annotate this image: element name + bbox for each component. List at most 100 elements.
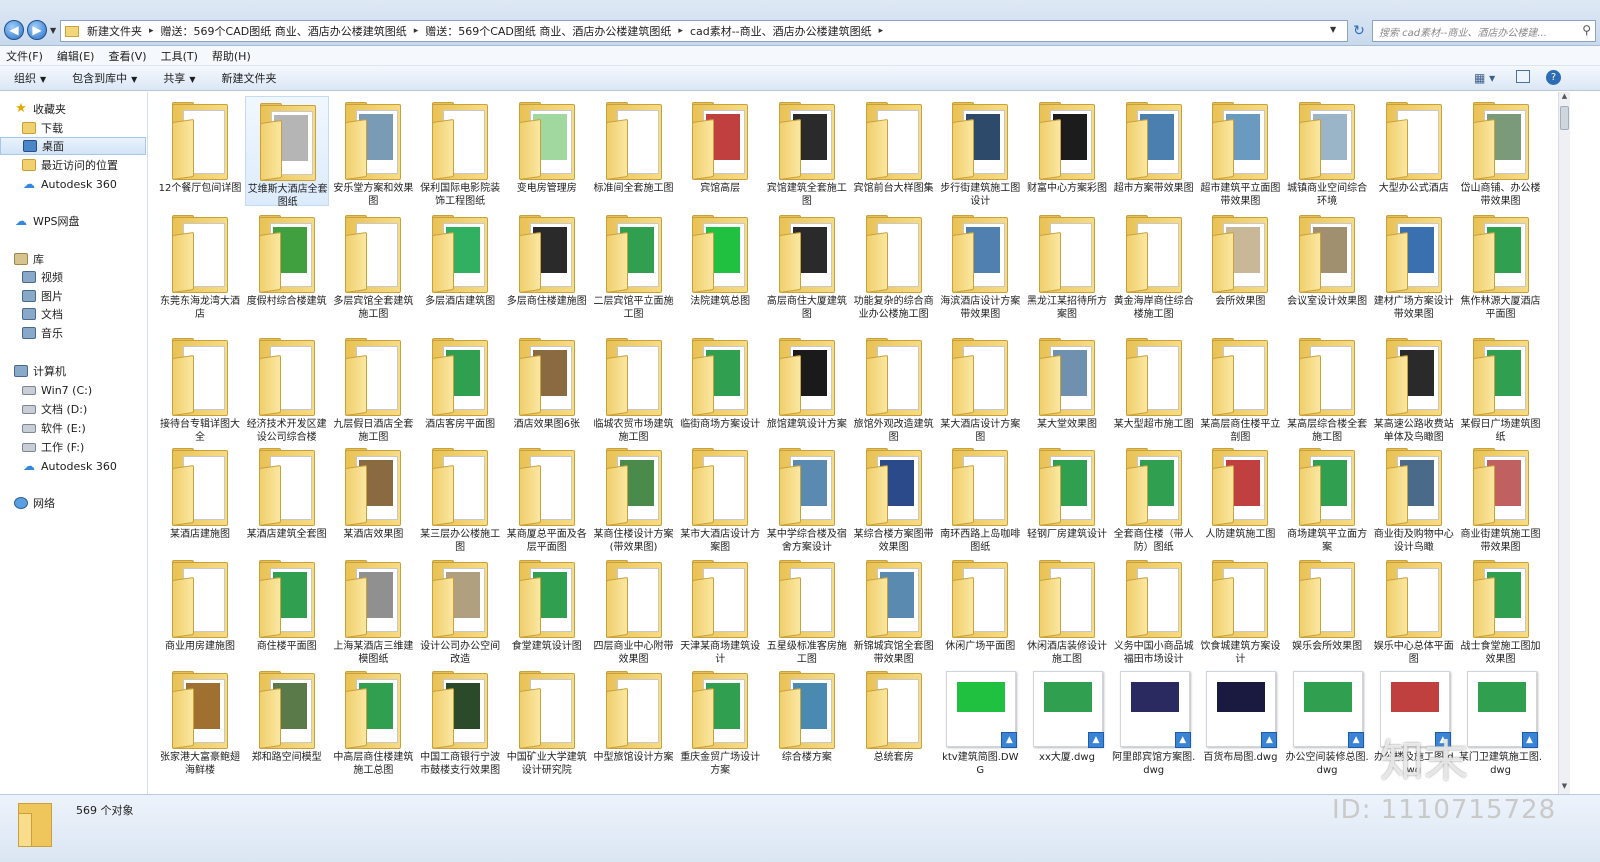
history-dropdown-icon[interactable]: ▼ [50, 26, 56, 35]
folder-item[interactable]: 商业用房建施图 [158, 554, 242, 664]
breadcrumb-item[interactable]: 赠送：569个CAD图纸 商业、酒店办公楼建筑图纸 [425, 23, 671, 39]
folder-item[interactable]: 东莞东海龙湾大酒店 [158, 209, 242, 320]
folder-item[interactable]: 某大型超市施工图 [1112, 332, 1196, 442]
folder-item[interactable]: 酒店客房平面图 [418, 332, 502, 442]
breadcrumb-item[interactable]: 新建文件夹 [87, 23, 142, 39]
sidebar-item-desktop[interactable]: 桌面 [0, 137, 146, 155]
folder-item[interactable]: 旅馆外观改造建筑图 [852, 332, 936, 443]
folder-item[interactable]: 全套商住楼（带人防）图纸 [1112, 442, 1196, 553]
organize-button[interactable]: 组织 ▼ [14, 70, 46, 86]
folder-item[interactable]: 高层商住大厦建筑图 [765, 209, 849, 320]
folder-item[interactable]: 中高层商住楼建筑施工总图 [331, 665, 415, 776]
folder-item[interactable]: 超市建筑平立面图带效果图 [1198, 96, 1282, 207]
sidebar-item-library[interactable]: 库 [14, 250, 144, 268]
folder-item[interactable]: 新锦城宾馆全套图带效果图 [852, 554, 936, 665]
folder-item[interactable]: 法院建筑总图 [678, 209, 762, 319]
vertical-scrollbar[interactable]: ▲ ▼ [1558, 92, 1570, 794]
menu-edit[interactable]: 编辑(E) [57, 48, 95, 64]
sidebar-item-recent[interactable]: 最近访问的位置 [22, 156, 144, 174]
folder-item[interactable]: 度假村综合楼建筑 [245, 209, 329, 319]
folder-item[interactable]: 商业街及购物中心设计鸟瞰 [1372, 442, 1456, 553]
chevron-right-icon[interactable]: ▸ [879, 26, 884, 36]
folder-item[interactable]: 中型旅馆设计方案 [592, 665, 676, 775]
folder-item[interactable]: 海滨酒店设计方案带效果图 [938, 209, 1022, 320]
address-dropdown-icon[interactable]: ▼ [1330, 25, 1336, 34]
folder-item[interactable]: 五星级标准客房施工图 [765, 554, 849, 665]
folder-item[interactable]: 娱乐中心总体平面图 [1372, 554, 1456, 665]
folder-item[interactable]: 黑龙江某招待所方案图 [1025, 209, 1109, 320]
folder-item[interactable]: 宾馆建筑全套施工图 [765, 96, 849, 207]
folder-item[interactable]: 艾维斯大酒店全套图纸 [244, 96, 329, 208]
search-input[interactable]: 搜索 cad素材--商业、酒店办公楼建... ⚲ [1372, 20, 1596, 42]
folder-item[interactable]: 某高层商住楼平立剖图 [1198, 332, 1282, 443]
folder-item[interactable]: 经济技术开发区建设公司综合楼 [245, 332, 329, 443]
folder-item[interactable]: 宾馆高层 [678, 96, 762, 206]
folder-item[interactable]: 郑和路空间模型 [245, 665, 329, 775]
menu-tools[interactable]: 工具(T) [161, 48, 198, 64]
folder-item[interactable]: 义务中国小商品城福田市场设计 [1112, 554, 1196, 665]
folder-item[interactable]: 旅馆建筑设计方案 [765, 332, 849, 442]
dwg-file-item[interactable]: ▲ 办公空间装修总图.dwg [1285, 665, 1369, 776]
chevron-right-icon[interactable]: ▸ [149, 26, 154, 36]
folder-item[interactable]: 多层宾馆全套建筑施工图 [331, 209, 415, 320]
scroll-down-icon[interactable]: ▼ [1559, 782, 1570, 794]
folder-item[interactable]: 财富中心方案彩图 [1025, 96, 1109, 206]
folder-item[interactable]: 某市大酒店设计方案图 [678, 442, 762, 553]
folder-item[interactable]: 战士食堂施工图加效果图 [1459, 554, 1543, 665]
folder-item[interactable]: 黄金海岸商住综合楼施工图 [1112, 209, 1196, 320]
folder-item[interactable]: 建材广场方案设计带效果图 [1372, 209, 1456, 320]
sidebar-item-documents[interactable]: 文档 [22, 305, 144, 323]
folder-item[interactable]: 某假日广场建筑图纸 [1459, 332, 1543, 443]
folder-item[interactable]: 商场建筑平立面方案 [1285, 442, 1369, 553]
folder-item[interactable]: 张家港大富豪鲍翅海鲜楼 [158, 665, 242, 776]
scroll-up-icon[interactable]: ▲ [1559, 92, 1570, 104]
folder-item[interactable]: 超市方案带效果图 [1112, 96, 1196, 206]
folder-item[interactable]: 天津某商场建筑设计 [678, 554, 762, 665]
folder-item[interactable]: 某酒店建施图 [158, 442, 242, 552]
menu-help[interactable]: 帮助(H) [212, 48, 251, 64]
folder-item[interactable]: 多层酒店建筑图 [418, 209, 502, 319]
scrollbar-thumb[interactable] [1560, 106, 1569, 130]
chevron-right-icon[interactable]: ▸ [678, 26, 683, 36]
folder-item[interactable]: 商业街建筑施工图带效果图 [1459, 442, 1543, 553]
sidebar-item-favorites[interactable]: ★ 收藏夹 [14, 100, 144, 118]
dwg-file-item[interactable]: ▲ ktv建筑简图.DWG [938, 665, 1022, 776]
folder-item[interactable]: 岱山商铺、办公楼带效果图 [1459, 96, 1543, 207]
folder-item[interactable]: 休闲酒店装修设计施工图 [1025, 554, 1109, 665]
folder-item[interactable]: 临街商场方案设计 [678, 332, 762, 442]
folder-item[interactable]: 休闲广场平面图 [938, 554, 1022, 664]
folder-item[interactable]: 接待台专辑详图大全 [158, 332, 242, 443]
help-icon[interactable]: ? [1546, 70, 1561, 85]
breadcrumb-item[interactable]: 赠送：569个CAD图纸 商业、酒店办公楼建筑图纸 [161, 23, 407, 39]
folder-item[interactable]: 设计公司办公空间改造 [418, 554, 502, 665]
folder-item[interactable]: 商住楼平面图 [245, 554, 329, 664]
sidebar-item-videos[interactable]: 视频 [22, 268, 144, 286]
folder-item[interactable]: 变电房管理房 [505, 96, 589, 206]
folder-item[interactable]: 九层假日酒店全套施工图 [331, 332, 415, 443]
folder-item[interactable]: 标准间全套施工图 [592, 96, 676, 206]
folder-item[interactable]: 宾馆前台大样图集 [852, 96, 936, 206]
folder-item[interactable]: 饮食城建筑方案设计 [1198, 554, 1282, 665]
folder-item[interactable]: 12个餐厅包间详图 [158, 96, 242, 206]
include-in-library-button[interactable]: 包含到库中 ▼ [72, 70, 137, 86]
folder-item[interactable]: 多层商住楼建施图 [505, 209, 589, 319]
folder-item[interactable]: 人防建筑施工图 [1198, 442, 1282, 552]
folder-item[interactable]: 大型办公式酒店 [1372, 96, 1456, 206]
folder-item[interactable]: 城镇商业空间综合环境 [1285, 96, 1369, 207]
refresh-icon[interactable]: ↻ [1350, 20, 1368, 42]
folder-item[interactable]: 某综合楼方案图带效果图 [852, 442, 936, 553]
folder-item[interactable]: 某商厦总平面及各层平面图 [505, 442, 589, 553]
folder-item[interactable]: 重庆金贸广场设计方案 [678, 665, 762, 776]
dwg-file-item[interactable]: ▲ 阿里郎宾馆方案图.dwg [1112, 665, 1196, 776]
preview-pane-icon[interactable] [1516, 70, 1530, 83]
sidebar-item-drive-e[interactable]: 软件 (E:) [22, 419, 144, 437]
new-folder-button[interactable]: 新建文件夹 [221, 70, 276, 86]
folder-item[interactable]: 二层宾馆平立面施工图 [592, 209, 676, 320]
sidebar-item-music[interactable]: 音乐 [22, 324, 144, 342]
sidebar-item-autodesk[interactable]: ☁ Autodesk 360 [22, 457, 144, 475]
breadcrumb[interactable]: 新建文件夹 ▸ 赠送：569个CAD图纸 商业、酒店办公楼建筑图纸 ▸ 赠送：5… [60, 20, 1348, 42]
folder-item[interactable]: 某高速公路收费站单体及鸟瞰图 [1372, 332, 1456, 443]
folder-item[interactable]: 某三层办公楼施工图 [418, 442, 502, 553]
folder-item[interactable]: 某高层综合楼全套施工图 [1285, 332, 1369, 443]
folder-item[interactable]: 某大堂效果图 [1025, 332, 1109, 442]
